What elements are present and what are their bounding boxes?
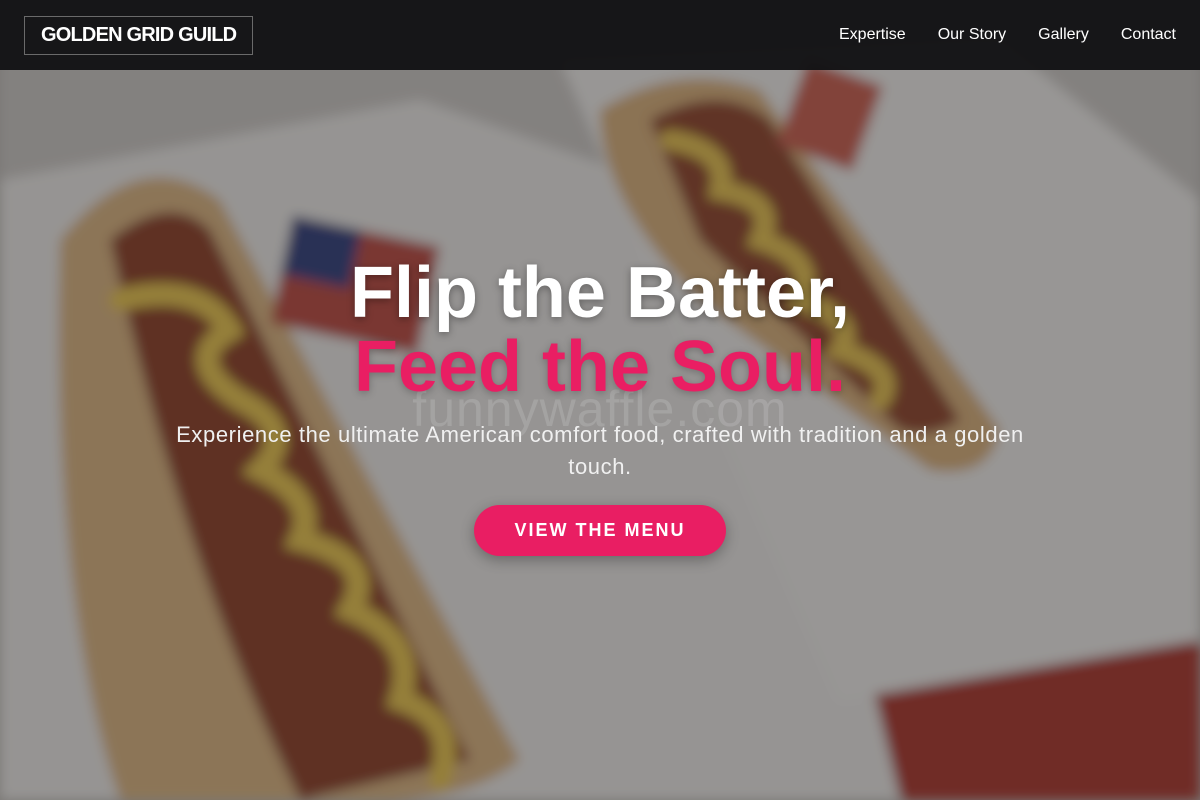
nav-link-expertise[interactable]: Expertise [839, 26, 906, 44]
hero-subtitle: Experience the ultimate American comfort… [176, 422, 1024, 479]
nav-link-contact[interactable]: Contact [1121, 26, 1176, 44]
nav-link-our-story[interactable]: Our Story [938, 26, 1006, 44]
site-logo[interactable]: GOLDEN GRID GUILD [24, 15, 254, 55]
hero-headline-accent: Feed the Soul. [353, 327, 847, 407]
hero-headline: Flip the Batter, [349, 253, 851, 333]
navbar: GOLDEN GRID GUILD Expertise Our Story Ga… [0, 0, 1200, 70]
hero-content: Flip the Batter, Feed the Soul. Experien… [0, 255, 1200, 556]
view-menu-button[interactable]: VIEW THE MENU [474, 505, 726, 556]
nav-links: Expertise Our Story Gallery Contact [839, 26, 1176, 44]
nav-link-gallery[interactable]: Gallery [1038, 26, 1089, 44]
